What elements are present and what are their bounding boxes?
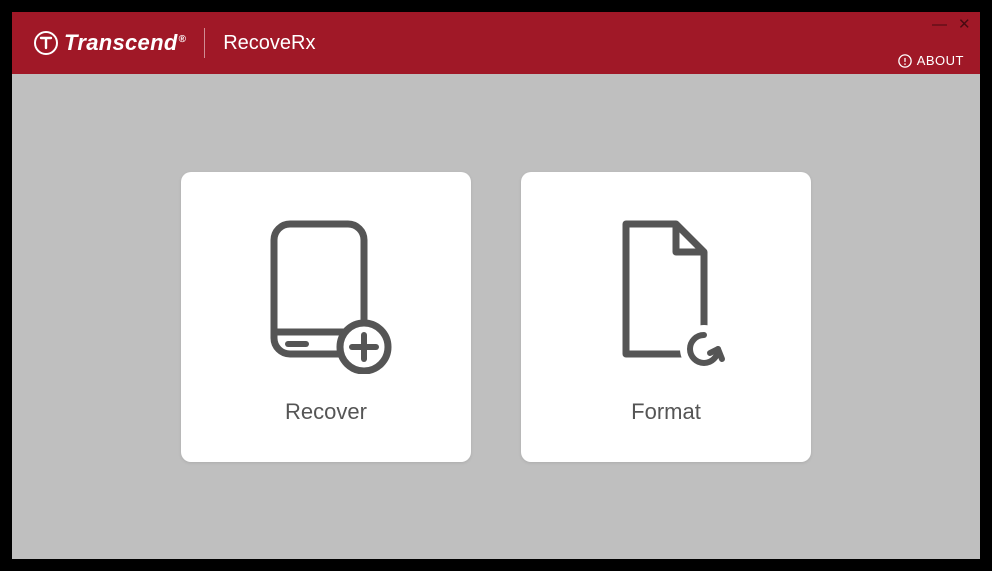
header-divider — [204, 28, 205, 58]
header-bar: Transcend® RecoveRx — ✕ ABOUT — [12, 12, 980, 74]
content-area: Recover Format — [12, 74, 980, 559]
window-controls: — ✕ — [932, 18, 970, 32]
about-label: ABOUT — [917, 53, 964, 68]
brand-name: Transcend® — [64, 30, 186, 56]
format-tile[interactable]: Format — [521, 172, 811, 462]
about-button[interactable]: ABOUT — [898, 53, 964, 68]
minimize-button[interactable]: — — [932, 18, 944, 32]
close-button[interactable]: ✕ — [958, 18, 970, 32]
recover-icon — [251, 209, 401, 379]
app-title: RecoveRx — [223, 32, 315, 55]
format-icon — [591, 209, 741, 379]
registered-mark: ® — [179, 34, 187, 45]
brand-logo: Transcend® — [34, 30, 186, 56]
info-icon — [898, 54, 912, 68]
format-label: Format — [631, 399, 701, 425]
transcend-logo-icon — [34, 31, 58, 55]
recover-label: Recover — [285, 399, 367, 425]
recover-tile[interactable]: Recover — [181, 172, 471, 462]
app-window: Transcend® RecoveRx — ✕ ABOUT — [12, 12, 980, 559]
